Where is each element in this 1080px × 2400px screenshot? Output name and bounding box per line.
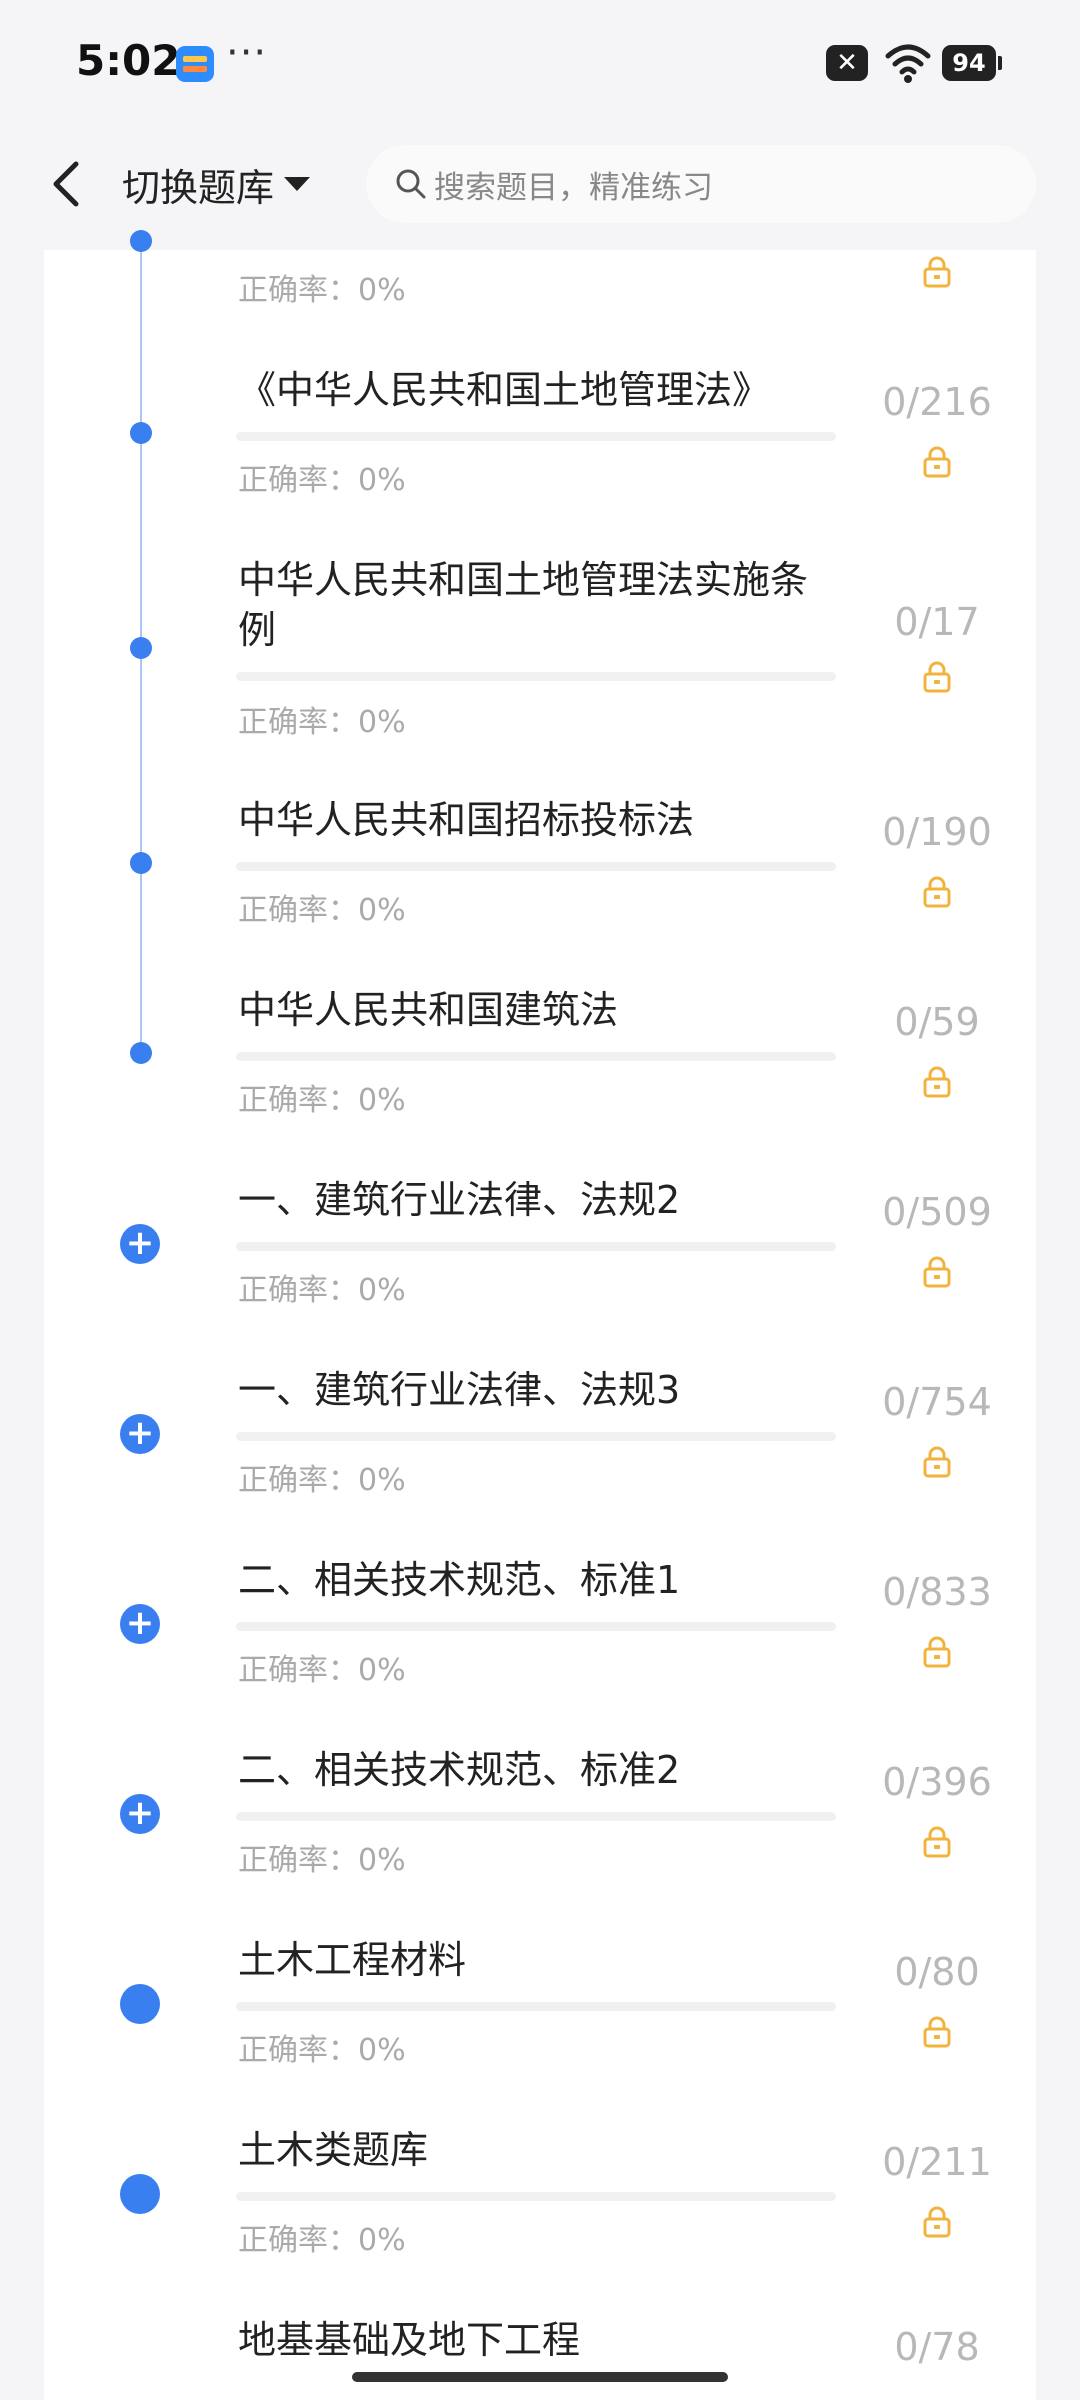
chapter-title: 中华人民共和国建筑法 [238, 988, 619, 1032]
progress-bar [236, 1242, 836, 1251]
expand-plus-icon[interactable]: + [120, 1604, 160, 1644]
back-button[interactable] [46, 158, 86, 210]
expand-plus-icon[interactable]: + [120, 1794, 160, 1834]
accuracy-rate: 正确率：0% [238, 2223, 406, 2258]
question-count: 0/59 [894, 1000, 980, 1044]
lock-icon [920, 875, 954, 909]
status-bar: 5:02 ··· ✕ 94 [0, 0, 1080, 125]
accuracy-rate: 正确率：0% [238, 1083, 406, 1118]
lock-icon [920, 1255, 954, 1289]
home-indicator[interactable] [352, 2372, 728, 2382]
progress-bar [236, 2192, 836, 2201]
chapter-title: 二、相关技术规范、标准1 [238, 1558, 681, 1602]
question-count: 0/190 [882, 810, 992, 854]
caret-down-icon [284, 177, 311, 191]
accuracy-rate: 正确率：0% [238, 1463, 406, 1498]
question-count: 0/216 [882, 380, 992, 424]
chapter-dot-icon [120, 2174, 160, 2214]
expand-plus-icon[interactable]: + [120, 1414, 160, 1454]
timeline-dot-icon [130, 637, 152, 659]
timeline-dot-icon [130, 230, 152, 252]
search-input[interactable]: 搜索题目，精准练习 [366, 145, 1036, 223]
question-count: 0/396 [882, 1760, 992, 1804]
expand-plus-icon[interactable]: + [120, 1224, 160, 1264]
battery-indicator: 94 [942, 45, 1002, 81]
x-notification-icon: ✕ [826, 45, 868, 81]
progress-bar [236, 432, 836, 441]
progress-bar [236, 1812, 836, 1821]
switch-question-bank-button[interactable]: 切换题库 [122, 154, 311, 214]
chapter-title: 地基基础及地下工程 [238, 2318, 581, 2362]
timeline-dot-icon [130, 852, 152, 874]
lock-icon [920, 660, 954, 694]
question-count: 0/754 [882, 1380, 992, 1424]
progress-bar [236, 1432, 836, 1441]
progress-bar [236, 2002, 836, 2011]
chapter-title: 二、相关技术规范、标准2 [238, 1748, 681, 1792]
chapter-title: 《中华人民共和国土地管理法》 [238, 368, 771, 412]
search-icon [396, 169, 426, 199]
question-count: 0/833 [882, 1570, 992, 1614]
lock-icon [920, 1635, 954, 1669]
lock-icon [920, 1065, 954, 1099]
question-count: 0/509 [882, 1190, 992, 1234]
chapter-title: 中华人民共和国招标投标法 [238, 798, 695, 842]
question-count: 0/17 [894, 600, 980, 644]
lock-icon [920, 1445, 954, 1479]
lock-icon [920, 2015, 954, 2049]
chapter-title: 中华人民共和国土地管理法实施条例 [238, 558, 809, 652]
search-placeholder: 搜索题目，精准练习 [434, 169, 713, 206]
timeline-dot-icon [130, 422, 152, 444]
question-count: 0/78 [894, 2325, 980, 2369]
status-time: 5:02 [76, 36, 181, 85]
accuracy-rate: 正确率：0% [238, 1273, 406, 1308]
lock-icon [920, 445, 954, 479]
more-notifications-icon: ··· [226, 30, 268, 76]
accuracy-rate: 正确率：0% [238, 1653, 406, 1688]
lock-icon [920, 2205, 954, 2239]
switch-bank-label: 切换题库 [122, 165, 275, 210]
question-count: 0/211 [882, 2140, 992, 2184]
accuracy-rate: 正确率：0% [238, 2033, 406, 2068]
chapter-title: 土木类题库 [238, 2128, 429, 2172]
chapter-title: 土木工程材料 [238, 1938, 467, 1982]
wifi-icon [885, 44, 931, 83]
question-count: 0/80 [894, 1950, 980, 1994]
accuracy-rate: 正确率：0% [238, 273, 406, 308]
accuracy-rate: 正确率：0% [238, 705, 406, 740]
progress-bar [236, 672, 836, 681]
progress-bar [236, 862, 836, 871]
timeline-dot-icon [130, 1042, 152, 1064]
chapter-title: 一、建筑行业法律、法规2 [238, 1178, 681, 1222]
chapter-dot-icon [120, 1984, 160, 2024]
progress-bar [236, 1622, 836, 1631]
accuracy-rate: 正确率：0% [238, 463, 406, 498]
accuracy-rate: 正确率：0% [238, 893, 406, 928]
wallet-app-icon [176, 46, 214, 82]
chapter-title: 一、建筑行业法律、法规3 [238, 1368, 681, 1412]
lock-icon [920, 1825, 954, 1859]
accuracy-rate: 正确率：0% [238, 1843, 406, 1878]
lock-icon [920, 255, 954, 289]
progress-bar [236, 1052, 836, 1061]
